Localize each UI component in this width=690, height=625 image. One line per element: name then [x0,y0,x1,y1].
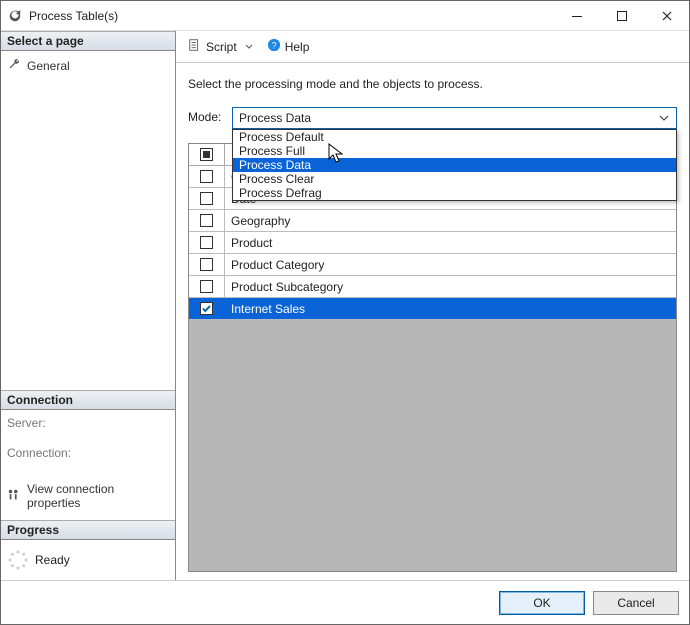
sidebar-item-general[interactable]: General [7,55,169,76]
row-name: Product Subcategory [225,276,676,297]
close-button[interactable] [644,1,689,31]
view-connection-properties[interactable]: View connection properties [7,480,169,512]
script-dropdown-caret[interactable] [243,41,255,53]
mode-combobox-value: Process Data [239,111,656,125]
dialog-footer: OK Cancel [1,580,689,624]
row-checkbox-cell[interactable] [189,254,225,275]
sidebar-item-label: General [27,59,70,73]
cancel-button-label: Cancel [617,596,654,610]
progress-header: Progress [1,520,175,540]
row-name: Product [225,232,676,253]
row-checkbox-cell[interactable] [189,166,225,187]
row-checkbox-cell[interactable] [189,232,225,253]
main-area: Select the processing mode and the objec… [176,63,689,580]
row-checkbox[interactable] [200,280,213,293]
wrench-icon [7,57,21,74]
table-row[interactable]: Product Category [189,254,676,276]
mode-row: Mode: Process Data Process DefaultProces… [188,107,677,129]
mode-option[interactable]: Process Data [233,158,676,172]
mode-field: Process Data Process DefaultProcess Full… [232,107,677,129]
mode-combobox[interactable]: Process Data [232,107,677,129]
select-page-body: General [1,51,175,311]
dialog-body: Select a page General Connection Server:… [1,31,689,580]
refresh-icon [7,8,23,24]
mode-dropdown[interactable]: Process DefaultProcess FullProcess DataP… [232,129,677,201]
help-button[interactable]: ? Help [263,36,314,57]
row-checkbox[interactable] [200,214,213,227]
properties-icon [7,488,21,505]
row-checkbox-cell[interactable] [189,188,225,209]
maximize-button[interactable] [599,1,644,31]
script-icon [188,38,202,55]
connection-label: Connection: [7,444,169,462]
row-checkbox[interactable] [200,192,213,205]
row-checkbox[interactable] [200,170,213,183]
table-row[interactable]: Product [189,232,676,254]
row-checkbox-cell[interactable] [189,210,225,231]
mode-option[interactable]: Process Full [233,144,676,158]
minimize-button[interactable] [554,1,599,31]
ok-button[interactable]: OK [499,591,585,615]
help-icon: ? [267,38,281,55]
view-connection-properties-label: View connection properties [27,482,169,510]
titlebar: Process Table(s) [1,1,689,31]
row-checkbox-cell[interactable] [189,276,225,297]
process-tables-dialog: Process Table(s) Select a page General [0,0,690,625]
script-label: Script [206,40,237,54]
mode-option[interactable]: Process Default [233,130,676,144]
mode-label: Mode: [188,107,226,124]
row-checkbox[interactable] [200,302,213,315]
toolbar: Script ? Help [176,31,689,63]
instruction-text: Select the processing mode and the objec… [188,77,677,91]
cancel-button[interactable]: Cancel [593,591,679,615]
left-panel: Select a page General Connection Server:… [1,31,176,580]
objects-table: CustomerDateGeographyProductProduct Cate… [188,143,677,572]
row-name: Geography [225,210,676,231]
right-panel: Script ? Help Select the processing mode… [176,31,689,580]
table-row[interactable]: Geography [189,210,676,232]
row-name: Internet Sales [225,298,676,319]
mode-option[interactable]: Process Defrag [233,186,676,200]
header-checkbox-indeterminate[interactable] [200,148,213,161]
table-row[interactable]: Internet Sales [189,298,676,320]
svg-text:?: ? [271,41,276,51]
progress-body: Ready [1,540,175,580]
row-checkbox[interactable] [200,236,213,249]
connection-body: Server: Connection: View connection prop… [1,410,175,520]
connection-header: Connection [1,390,175,410]
row-checkbox-cell[interactable] [189,298,225,319]
row-name: Product Category [225,254,676,275]
chevron-down-icon [656,110,672,126]
spinner-icon [7,549,29,571]
script-button[interactable]: Script [184,36,241,57]
row-checkbox[interactable] [200,258,213,271]
mode-option[interactable]: Process Clear [233,172,676,186]
progress-status: Ready [35,553,70,567]
server-label: Server: [7,414,169,432]
help-label: Help [285,40,310,54]
select-page-header: Select a page [1,31,175,51]
ok-button-label: OK [533,596,550,610]
header-checkbox-cell[interactable] [189,144,225,166]
table-row[interactable]: Product Subcategory [189,276,676,298]
window-title: Process Table(s) [29,9,118,23]
